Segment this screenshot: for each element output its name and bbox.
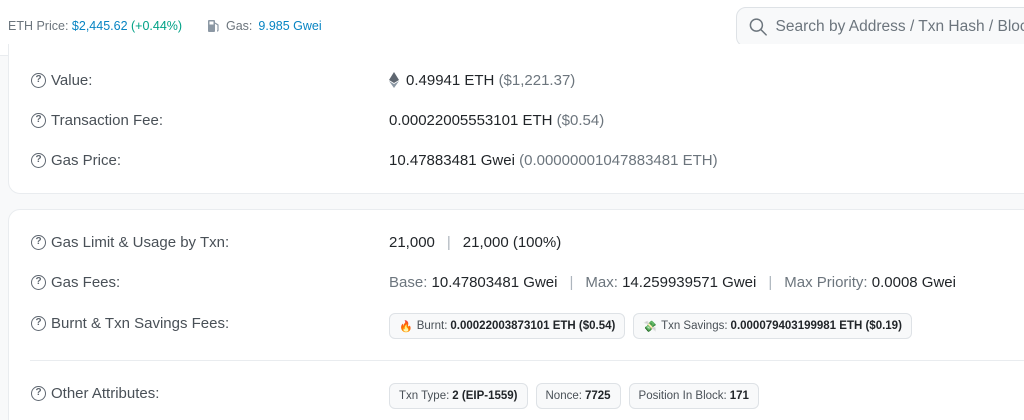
question-circle-icon[interactable]: ? [31,152,46,168]
gas-price-label-wrap: ? Gas Price: [31,149,121,171]
gas-limit-row: ? Gas Limit & Usage by Txn: 21,000 | 21,… [0,231,1024,253]
fee-label: Transaction Fee: [51,111,163,129]
value-row: ? Value: 0.49941 ETH ($1,221.37) [0,69,1024,91]
gas-price-row: ? Gas Price: 10.47883481 Gwei (0.0000000… [0,149,1024,171]
gas-fees-label-wrap: ? Gas Fees: [31,271,120,293]
base-fee-label: Base: [389,273,428,291]
max-fee-label: Max: [585,273,618,291]
gas-price-eth: (0.00000001047883481 ETH) [519,151,718,169]
gas-limit-value: 21,000 [389,233,435,251]
gas-limit-label: Gas Limit & Usage by Txn: [51,233,230,251]
burnt-label: Burnt: [416,320,448,332]
position-value: 171 [729,390,749,402]
nonce-label: Nonce: [545,390,582,402]
value-amount: 0.49941 ETH [406,71,495,89]
burnt-label-wrap: ? Burnt & Txn Savings Fees: [31,312,229,334]
burnt-savings-label: Burnt & Txn Savings Fees: [51,314,230,332]
ethereum-icon [389,72,399,88]
separator: | [446,233,451,251]
burnt-value: 0.00022003873101 ETH ($0.54) [450,320,616,332]
savings-label: Txn Savings: [661,320,728,332]
search-icon [749,18,767,36]
max-priority-label: Max Priority: [784,273,868,291]
txn-type-pill: Txn Type: 2 (EIP-1559) [389,383,528,409]
search-input[interactable] [775,18,1024,36]
position-label: Position In Block: [638,390,727,402]
value-amount-wrap: 0.49941 ETH ($1,221.37) [389,69,575,91]
gas-value[interactable]: 9.985 Gwei [258,19,321,33]
gas-limit-label-wrap: ? Gas Limit & Usage by Txn: [31,231,229,253]
other-attributes-pills: Txn Type: 2 (EIP-1559) Nonce: 7725 Posit… [389,383,767,409]
question-circle-icon[interactable]: ? [31,72,46,88]
value-label: Value: [51,71,93,89]
question-circle-icon[interactable]: ? [31,234,46,250]
savings-pill: 💸 Txn Savings: 0.000079403199981 ETH ($0… [633,313,912,339]
savings-value: 0.000079403199981 ETH ($0.19) [730,320,902,332]
base-fee-value: 10.47803481 Gwei [431,273,558,291]
fee-amount: 0.00022005553101 ETH [389,111,553,129]
fee-value-wrap: 0.00022005553101 ETH ($0.54) [389,109,604,131]
gas-price-label: Gas Price: [51,151,122,169]
max-priority-value: 0.0008 Gwei [871,273,956,291]
burnt-pill: 🔥 Burnt: 0.00022003873101 ETH ($0.54) [389,313,626,339]
gas-label: Gas: [226,19,253,33]
separator: | [768,273,773,291]
gas-fees-label: Gas Fees: [51,273,121,291]
gas-price-amount: 10.47883481 Gwei [389,151,515,169]
other-attributes-label: Other Attributes: [51,384,160,402]
search-box[interactable] [736,7,1024,47]
eth-price-ticker: ETH Price: $2,445.62 (+0.44%) [8,19,182,33]
eth-price-label: ETH Price: [8,19,69,33]
max-fee-value: 14.259939571 Gwei [622,273,757,291]
question-circle-icon[interactable]: ? [31,112,46,128]
question-circle-icon[interactable]: ? [31,274,46,290]
fee-usd: ($0.54) [556,111,605,129]
nonce-value: 7725 [584,390,611,402]
txn-type-value: 2 (EIP-1559) [452,390,518,402]
divider [30,360,1024,361]
question-circle-icon[interactable]: ? [31,315,46,331]
gas-limit-value-wrap: 21,000 | 21,000 (100%) [389,231,561,253]
value-label-wrap: ? Value: [31,69,92,91]
transaction-fee-row: ? Transaction Fee: 0.00022005553101 ETH … [0,109,1024,131]
gas-usage-value: 21,000 (100%) [462,233,562,251]
question-circle-icon[interactable]: ? [31,385,46,401]
gas-price-value-wrap: 10.47883481 Gwei (0.00000001047883481 ET… [389,149,718,171]
txn-type-label: Txn Type: [399,390,450,402]
money-icon: 💸 [643,320,658,333]
eth-price-value[interactable]: $2,445.62 [72,19,128,33]
gas-fees-value-wrap: Base: 10.47803481 Gwei | Max: 14.2599395… [389,271,956,293]
fire-icon: 🔥 [399,320,413,333]
nonce-pill: Nonce: 7725 [535,383,621,409]
other-label-wrap: ? Other Attributes: [31,382,159,404]
gas-fees-row: ? Gas Fees: Base: 10.47803481 Gwei | Max… [0,271,1024,293]
eth-price-change: (+0.44%) [131,19,183,33]
gas-pump-icon [208,20,219,32]
gas-ticker: Gas: 9.985 Gwei [207,19,322,33]
fee-label-wrap: ? Transaction Fee: [31,109,163,131]
value-usd: ($1,221.37) [498,71,576,89]
position-pill: Position In Block: 171 [628,383,759,409]
burnt-savings-pills: 🔥 Burnt: 0.00022003873101 ETH ($0.54) 💸 … [389,313,920,339]
separator: | [569,273,574,291]
